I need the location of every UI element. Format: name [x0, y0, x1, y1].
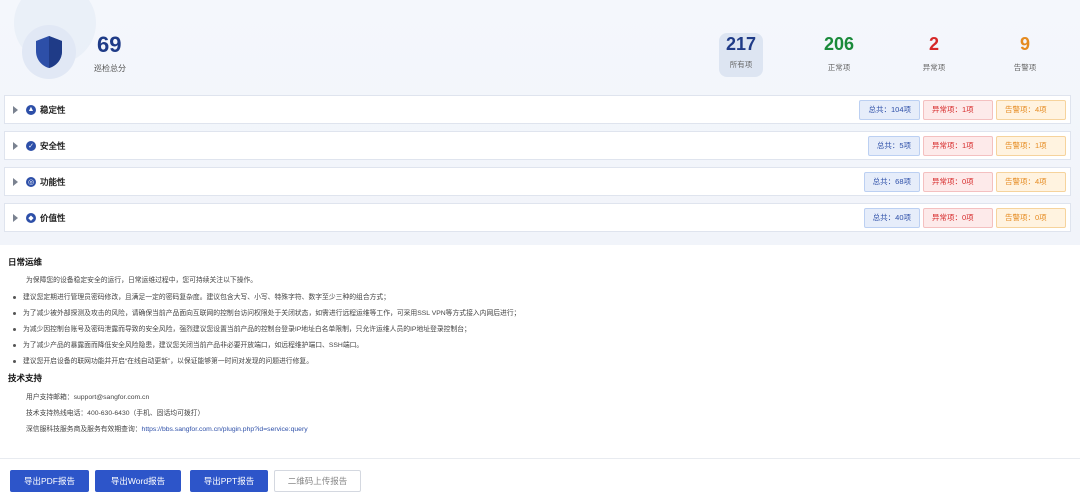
abnormal-count-badge[interactable]: 异常项：0项 — [923, 171, 993, 192]
bullet-icon — [13, 359, 16, 363]
support-query-label: 深信服科技服务商及服务有效期查询： — [26, 426, 142, 433]
category-title: 稳定性 — [40, 104, 66, 115]
export-ppt-button[interactable]: 导出PPT报告 — [190, 470, 268, 492]
expand-caret-icon[interactable] — [13, 177, 18, 186]
total-count-badge[interactable]: 总共：68项 — [863, 171, 920, 192]
stat-label: 异常项 — [922, 63, 946, 72]
maintenance-tip-text: 为了减少产品的暴露面而降低安全风险隐患，建议您关闭当前产品非必要开放端口，如远程… — [23, 342, 364, 349]
stat-value: 206 — [823, 34, 855, 54]
bullet-icon — [13, 311, 16, 315]
category-row-security[interactable]: ✓ 安全性 总共：5项 异常项：1项 告警项：1项 — [4, 131, 1071, 160]
service-query-link[interactable]: https://bbs.sangfor.com.cn/plugin.php?id… — [142, 426, 308, 433]
stat-warning-items[interactable]: 9 告警项 — [1003, 33, 1047, 73]
maintenance-intro: 为保障您的设备稳定安全的运行，日常运维过程中，您可持续关注以下操作。 — [26, 277, 258, 284]
warning-count-badge[interactable]: 告警项：4项 — [996, 171, 1066, 192]
inspection-score: 69 — [97, 32, 122, 57]
warning-count-badge[interactable]: 告警项：4项 — [996, 99, 1066, 120]
category-row-value[interactable]: ◆ 价值性 总共：40项 异常项：0项 告警项：0项 — [4, 203, 1071, 232]
bullet-icon — [13, 295, 16, 299]
stat-label: 告警项 — [1013, 63, 1037, 72]
export-pdf-button[interactable]: 导出PDF报告 — [10, 470, 89, 492]
shield-icon — [36, 36, 62, 68]
maintenance-tip-text: 为了减少被外部探测及攻击的风险，请确保当前产品面向互联网的控制台访问权限处于关闭… — [23, 310, 521, 317]
value-icon: ◆ — [26, 212, 36, 223]
maintenance-tip: 为了减少被外部探测及攻击的风险，请确保当前产品面向互联网的控制台访问权限处于关闭… — [13, 307, 520, 317]
category-title: 价值性 — [40, 212, 66, 223]
support-email[interactable]: support@sangfor.com.cn — [74, 394, 150, 401]
function-icon: ◎ — [26, 176, 36, 187]
abnormal-count-badge[interactable]: 异常项：1项 — [923, 99, 993, 120]
warning-count-badge[interactable]: 告警项：0项 — [996, 207, 1066, 228]
support-email-line: 用户支持邮箱：support@sangfor.com.cn — [26, 391, 149, 401]
export-word-button[interactable]: 导出Word报告 — [95, 470, 181, 492]
stat-label: 正常项 — [827, 63, 851, 72]
warning-count-badge[interactable]: 告警项：1项 — [996, 135, 1066, 156]
maintenance-tip-text: 建议您开启设备的联网功能并开启“在线自动更新”，以保证能够第一时间对发现的问题进… — [23, 358, 313, 365]
maintenance-tip: 为减少因控制台账号及密码泄露而导致的安全风险，强烈建议您设置当前产品的控制台登录… — [13, 323, 471, 333]
stability-icon: ▲ — [26, 104, 36, 115]
stat-label: 所有项 — [729, 60, 753, 69]
total-count-badge[interactable]: 总共：104项 — [859, 99, 920, 120]
category-title: 功能性 — [40, 176, 66, 187]
stat-value: 2 — [928, 34, 939, 54]
expand-caret-icon[interactable] — [13, 213, 18, 222]
score-badge — [22, 25, 76, 79]
maintenance-tip: 为了减少产品的暴露面而降低安全风险隐患，建议您关闭当前产品非必要开放端口，如远程… — [13, 339, 363, 349]
stat-abnormal-items[interactable]: 2 异常项 — [912, 33, 956, 73]
support-title: 技术支持 — [8, 373, 43, 383]
support-email-label: 用户支持邮箱： — [26, 394, 74, 401]
bullet-icon — [13, 343, 16, 347]
bullet-icon — [13, 327, 16, 331]
category-row-stability[interactable]: ▲ 稳定性 总共：104项 异常项：1项 告警项：4项 — [4, 95, 1071, 124]
maintenance-tip: 建议您定期进行管理员密码修改，且满足一定的密码复杂度。建议包含大写、小写、特殊字… — [13, 291, 390, 301]
category-title: 安全性 — [40, 140, 66, 151]
maintenance-tip-text: 建议您定期进行管理员密码修改，且满足一定的密码复杂度。建议包含大写、小写、特殊字… — [23, 294, 391, 301]
stat-value: 9 — [1019, 34, 1030, 54]
support-hotline: 技术支持热线电话：400-630-6430（手机、固话均可拨打） — [26, 410, 205, 417]
inspection-score-label: 巡检总分 — [94, 64, 126, 73]
category-row-function[interactable]: ◎ 功能性 总共：68项 异常项：0项 告警项：4项 — [4, 167, 1071, 196]
stat-normal-items[interactable]: 206 正常项 — [817, 33, 861, 73]
stat-value: 217 — [725, 34, 757, 54]
total-count-badge[interactable]: 总共：5项 — [867, 135, 920, 156]
total-count-badge[interactable]: 总共：40项 — [863, 207, 920, 228]
abnormal-count-badge[interactable]: 异常项：0项 — [923, 207, 993, 228]
expand-caret-icon[interactable] — [13, 141, 18, 150]
qr-upload-report-button[interactable]: 二维码上传报告 — [274, 470, 361, 492]
abnormal-count-badge[interactable]: 异常项：1项 — [923, 135, 993, 156]
security-icon: ✓ — [26, 140, 36, 151]
expand-caret-icon[interactable] — [13, 105, 18, 114]
maintenance-tip-text: 为减少因控制台账号及密码泄露而导致的安全风险，强烈建议您设置当前产品的控制台登录… — [23, 326, 471, 333]
maintenance-title: 日常运维 — [8, 257, 43, 267]
summary-panel: 69 巡检总分 217 所有项 206 正常项 2 异常项 9 告警项 ▲ 稳定… — [0, 0, 1080, 245]
support-query-line: 深信服科技服务商及服务有效期查询：https://bbs.sangfor.com… — [26, 423, 308, 433]
stat-all-items[interactable]: 217 所有项 — [719, 33, 763, 77]
maintenance-tip: 建议您开启设备的联网功能并开启“在线自动更新”，以保证能够第一时间对发现的问题进… — [13, 355, 313, 365]
